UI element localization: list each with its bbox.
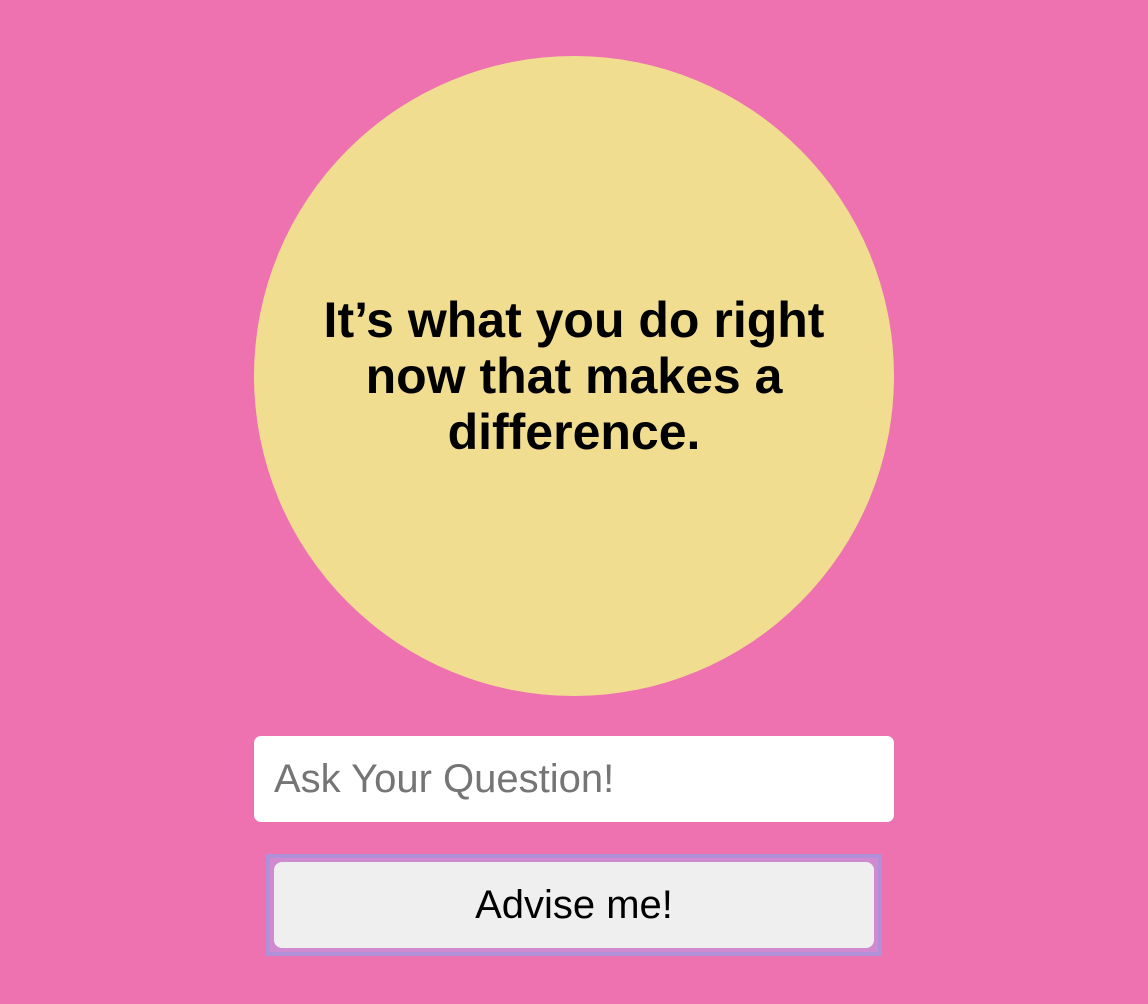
advise-button[interactable]: Advise me! <box>274 862 874 948</box>
question-input[interactable] <box>254 736 894 822</box>
answer-text: It’s what you do right now that makes a … <box>323 292 825 460</box>
eight-ball: It’s what you do right now that makes a … <box>254 56 894 696</box>
